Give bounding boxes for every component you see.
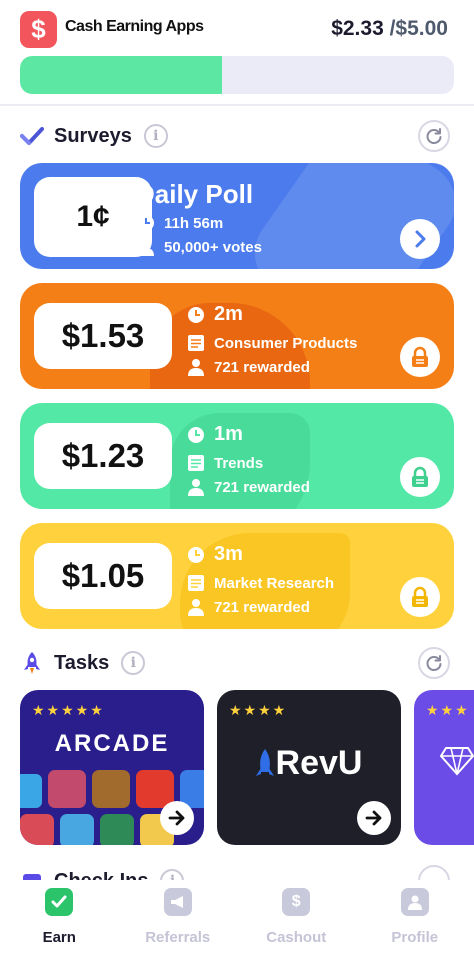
survey-time-value: 11h 56m <box>164 214 224 232</box>
survey-price: $1.23 <box>34 423 172 489</box>
survey-rewarded-value: 721 rewarded <box>214 358 310 376</box>
survey-time: 11h 56m <box>136 213 223 233</box>
nav-label: Profile <box>391 929 439 946</box>
clock-icon <box>186 305 206 325</box>
game-thumbnail <box>60 814 94 845</box>
person-icon <box>186 357 206 377</box>
nav-label: Cashout <box>266 929 327 946</box>
nav-item-cashout[interactable]: $ Cashout <box>237 880 356 955</box>
progress-fill <box>20 56 223 94</box>
task-card-revu[interactable]: ★★★★ RevU <box>217 690 401 845</box>
lock-icon[interactable] <box>400 337 440 377</box>
person-icon <box>400 888 429 916</box>
clock-icon <box>186 545 206 565</box>
document-icon <box>186 573 206 593</box>
person-icon <box>186 597 206 617</box>
lock-icon[interactable] <box>400 577 440 617</box>
star-rating: ★★★★★ <box>32 702 105 718</box>
nav-label: Earn <box>42 929 76 946</box>
nav-item-earn[interactable]: Earn <box>0 880 119 955</box>
game-thumbnail <box>100 814 134 845</box>
survey-time: 2m <box>186 303 243 326</box>
info-icon[interactable]: i <box>121 651 146 675</box>
survey-time-value: 2m <box>214 303 243 325</box>
survey-card[interactable]: $1.23 1m Trends 721 rewarded <box>20 403 454 509</box>
survey-votes-value: 50,000+ votes <box>164 238 262 256</box>
survey-category-value: Market Research <box>214 574 335 592</box>
balance-current: $2.33 <box>331 17 384 40</box>
bottom-navigation: Earn Referrals $ Cashout Profile <box>0 880 474 955</box>
survey-card[interactable]: $1.53 2m Consumer Products 721 rewarded <box>20 283 454 389</box>
game-thumbnail <box>20 814 54 845</box>
game-thumbnail <box>92 770 130 808</box>
tasks-title: Tasks <box>54 651 110 674</box>
document-icon <box>186 453 206 473</box>
person-icon <box>186 477 206 497</box>
tasks-section-header: Tasks i <box>20 643 454 683</box>
refresh-icon[interactable] <box>418 120 450 152</box>
star-rating: ★★★ <box>426 702 470 718</box>
clock-icon <box>136 213 156 233</box>
surveys-title: Surveys <box>54 124 132 147</box>
dollar-icon: $ <box>20 11 57 48</box>
nav-label: Referrals <box>145 929 211 946</box>
person-icon <box>136 237 156 257</box>
check-icon <box>45 888 74 916</box>
app-header: $ Cash Earning Apps $2.33 /$5.00 <box>0 0 474 106</box>
survey-category: Consumer Products <box>186 333 357 353</box>
survey-time-value: 3m <box>214 543 243 565</box>
task-card[interactable]: ★★★ <box>414 690 474 845</box>
survey-title: Daily Poll <box>136 179 254 209</box>
survey-rewarded: 721 rewarded <box>186 477 310 497</box>
megaphone-icon <box>163 888 192 916</box>
survey-card[interactable]: $1.05 3m Market Research 721 rewarded <box>20 523 454 629</box>
survey-rewarded: 721 rewarded <box>186 597 310 617</box>
survey-votes: 50,000+ votes <box>136 237 262 257</box>
game-thumbnail <box>20 774 42 808</box>
survey-rewarded-value: 721 rewarded <box>214 478 310 496</box>
survey-rewarded-value: 721 rewarded <box>214 598 310 616</box>
chevron-right-icon[interactable] <box>400 219 440 259</box>
survey-time: 3m <box>186 543 243 566</box>
document-icon <box>186 333 206 353</box>
arrow-right-icon[interactable] <box>357 801 391 835</box>
checkmark-icon <box>20 124 44 148</box>
dollar-icon: $ <box>282 888 311 916</box>
task-card-arcade[interactable]: ★★★★★ ARCADE <box>20 690 204 845</box>
diamond-icon <box>439 746 474 781</box>
balance-goal: /$5.00 <box>383 17 448 40</box>
star-rating: ★★★★ <box>229 702 288 718</box>
survey-category: Market Research <box>186 573 334 593</box>
surveys-section-header: Surveys i <box>20 116 454 156</box>
balance-display: $2.33 /$5.00 <box>331 17 448 41</box>
survey-price: $1.53 <box>34 303 172 369</box>
survey-card-daily-poll[interactable]: 1¢ Daily Poll 11h 56m 50,000+ votes <box>20 163 454 269</box>
survey-time: 1m <box>186 423 243 446</box>
survey-category-value: Consumer Products <box>214 334 358 352</box>
clock-icon <box>186 425 206 445</box>
game-thumbnail <box>48 770 86 808</box>
lock-icon[interactable] <box>400 457 440 497</box>
survey-rewarded: 721 rewarded <box>186 357 310 377</box>
task-name-text: RevU <box>275 744 363 782</box>
rocket-icon <box>20 651 44 675</box>
survey-price: $1.05 <box>34 543 172 609</box>
cashout-progress-bar <box>20 56 454 94</box>
survey-price: 1¢ <box>34 177 152 257</box>
survey-time-value: 1m <box>214 423 243 445</box>
task-name: ARCADE <box>54 730 170 757</box>
app-title: Cash Earning Apps <box>65 18 204 35</box>
arrow-right-icon[interactable] <box>160 801 194 835</box>
nav-item-referrals[interactable]: Referrals <box>119 880 238 955</box>
task-name: RevU <box>217 744 401 783</box>
nav-item-profile[interactable]: Profile <box>356 880 474 955</box>
survey-category: Trends <box>186 453 263 473</box>
survey-category-value: Trends <box>214 454 264 472</box>
refresh-icon[interactable] <box>418 647 450 679</box>
info-icon[interactable]: i <box>143 124 168 148</box>
